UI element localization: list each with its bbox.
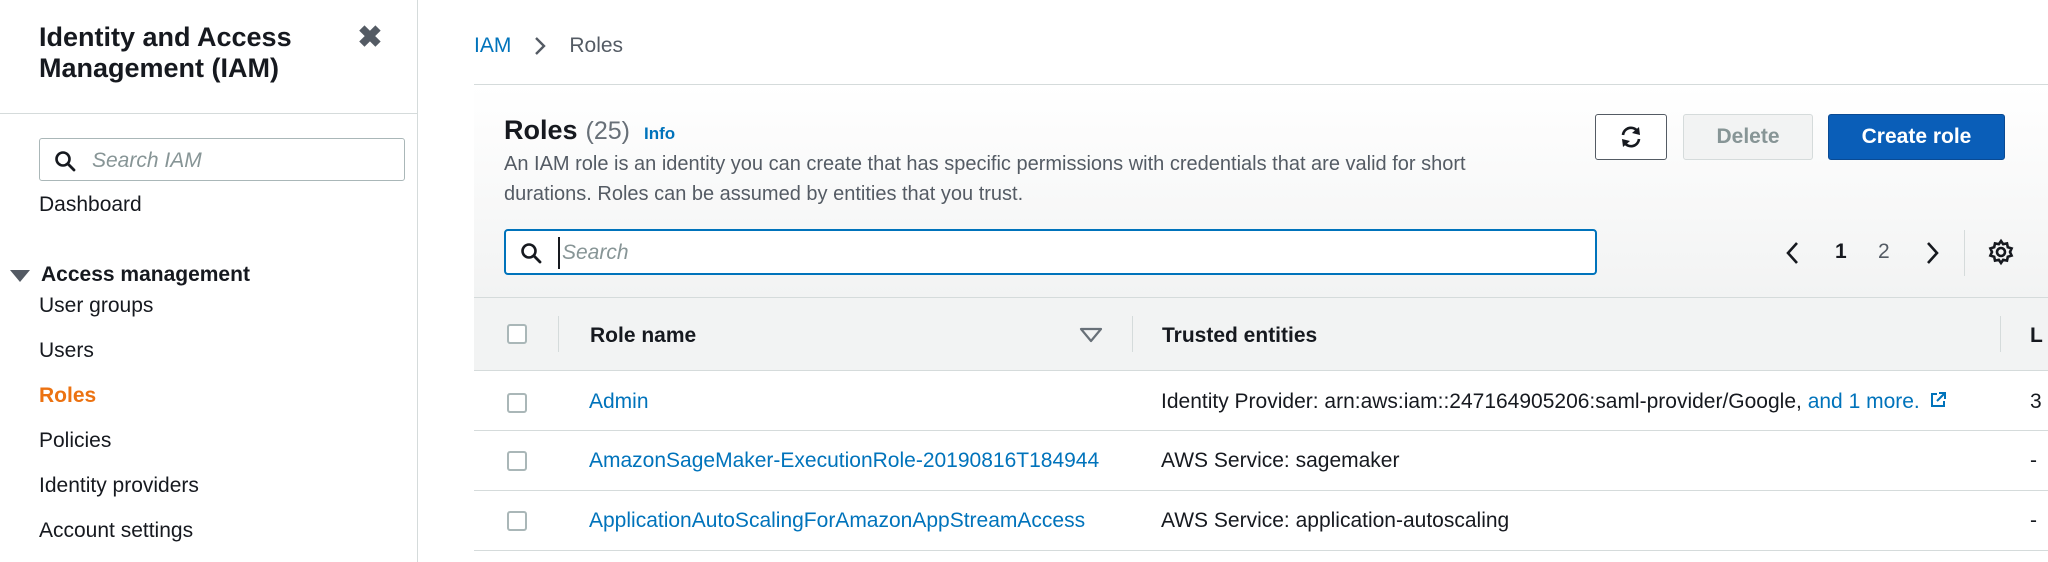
trusted-entities: Identity Provider: arn:aws:iam::24716490… [1161,390,1948,414]
sidebar-item-identity-providers[interactable]: Identity providers [39,474,199,498]
search-icon [521,243,542,264]
row-checkbox[interactable] [507,511,527,531]
roles-count: (25) [585,117,630,145]
sidebar-item-policies[interactable]: Policies [39,429,111,453]
sidebar-item-user-groups[interactable]: User groups [39,294,153,318]
delete-button[interactable]: Delete [1683,114,1813,160]
table-row: ApplicationAutoScalingForAmazonAppStream… [474,491,2048,551]
pagination-divider [1964,230,1965,276]
sort-down-icon[interactable] [1079,327,1103,343]
trusted-entities-text: AWS Service: sagemaker [1161,449,1400,472]
sidebar-item-users[interactable]: Users [39,339,94,363]
column-header-trusted-entities[interactable]: Trusted entities [1162,324,1317,348]
trusted-entities-text: Identity Provider: arn:aws:iam::24716490… [1161,390,1802,413]
page-2[interactable]: 2 [1878,240,1890,264]
next-page-icon[interactable] [1922,240,1942,266]
sidebar-title: Identity and Access Management (IAM) [39,22,292,83]
sidebar-divider [0,113,417,114]
search-icon [55,151,76,172]
role-name-link[interactable]: AmazonSageMaker-ExecutionRole-20190816T1… [589,449,1099,473]
row-checkbox[interactable] [507,451,527,471]
role-name-link[interactable]: ApplicationAutoScalingForAmazonAppStream… [589,509,1085,533]
last-activity: - [2030,449,2037,472]
sidebar-item-roles[interactable]: Roles [39,384,96,408]
page-title: Roles [504,115,578,145]
roles-search-input[interactable] [558,237,1564,269]
select-all-checkbox[interactable] [507,324,527,344]
table-row: AmazonSageMaker-ExecutionRole-20190816T1… [474,431,2048,491]
last-activity: - [2030,509,2037,532]
last-activity: 3 [2030,390,2042,413]
refresh-icon [1621,126,1641,148]
gear-icon[interactable] [1987,238,2015,266]
page-1[interactable]: 1 [1835,240,1847,264]
close-icon[interactable]: ✖ [354,22,386,54]
previous-page-icon[interactable] [1783,240,1803,266]
page-description: An IAM role is an identity you can creat… [504,153,1466,205]
column-divider [558,316,559,352]
row-checkbox[interactable] [507,393,527,413]
column-header-role-name[interactable]: Role name [590,324,696,348]
roles-search [504,229,1597,275]
caret-down-icon [10,270,30,282]
breadcrumb-current: Roles [569,34,624,57]
sidebar-section-label: Access management [41,263,250,286]
chevron-right-icon [535,37,547,55]
refresh-button[interactable] [1595,114,1667,160]
page-title-row: Roles (25) Info [504,115,675,146]
role-name-link[interactable]: Admin [589,390,649,414]
column-divider [1132,316,1133,352]
sidebar-item-account-settings[interactable]: Account settings [39,519,193,543]
column-divider [2000,316,2001,352]
and-more-link[interactable]: and 1 more. [1808,390,1920,413]
info-link[interactable]: Info [644,124,675,144]
external-link-icon[interactable] [1928,390,1948,410]
breadcrumb-iam-link[interactable]: IAM [474,34,511,58]
sidebar-section-access-management[interactable]: Access management [10,263,250,287]
table-row: Admin Identity Provider: arn:aws:iam::24… [474,371,2048,431]
sidebar-item-dashboard[interactable]: Dashboard [39,193,142,217]
sidebar-search-input[interactable] [90,145,394,177]
sidebar: Identity and Access Management (IAM) ✖ D… [0,0,418,562]
breadcrumb: IAM Roles [474,34,623,58]
column-header-last-activity[interactable]: L [2030,324,2043,348]
trusted-entities-text: AWS Service: application-autoscaling [1161,509,1510,532]
create-role-button[interactable]: Create role [1828,114,2005,160]
sidebar-search [39,138,405,181]
